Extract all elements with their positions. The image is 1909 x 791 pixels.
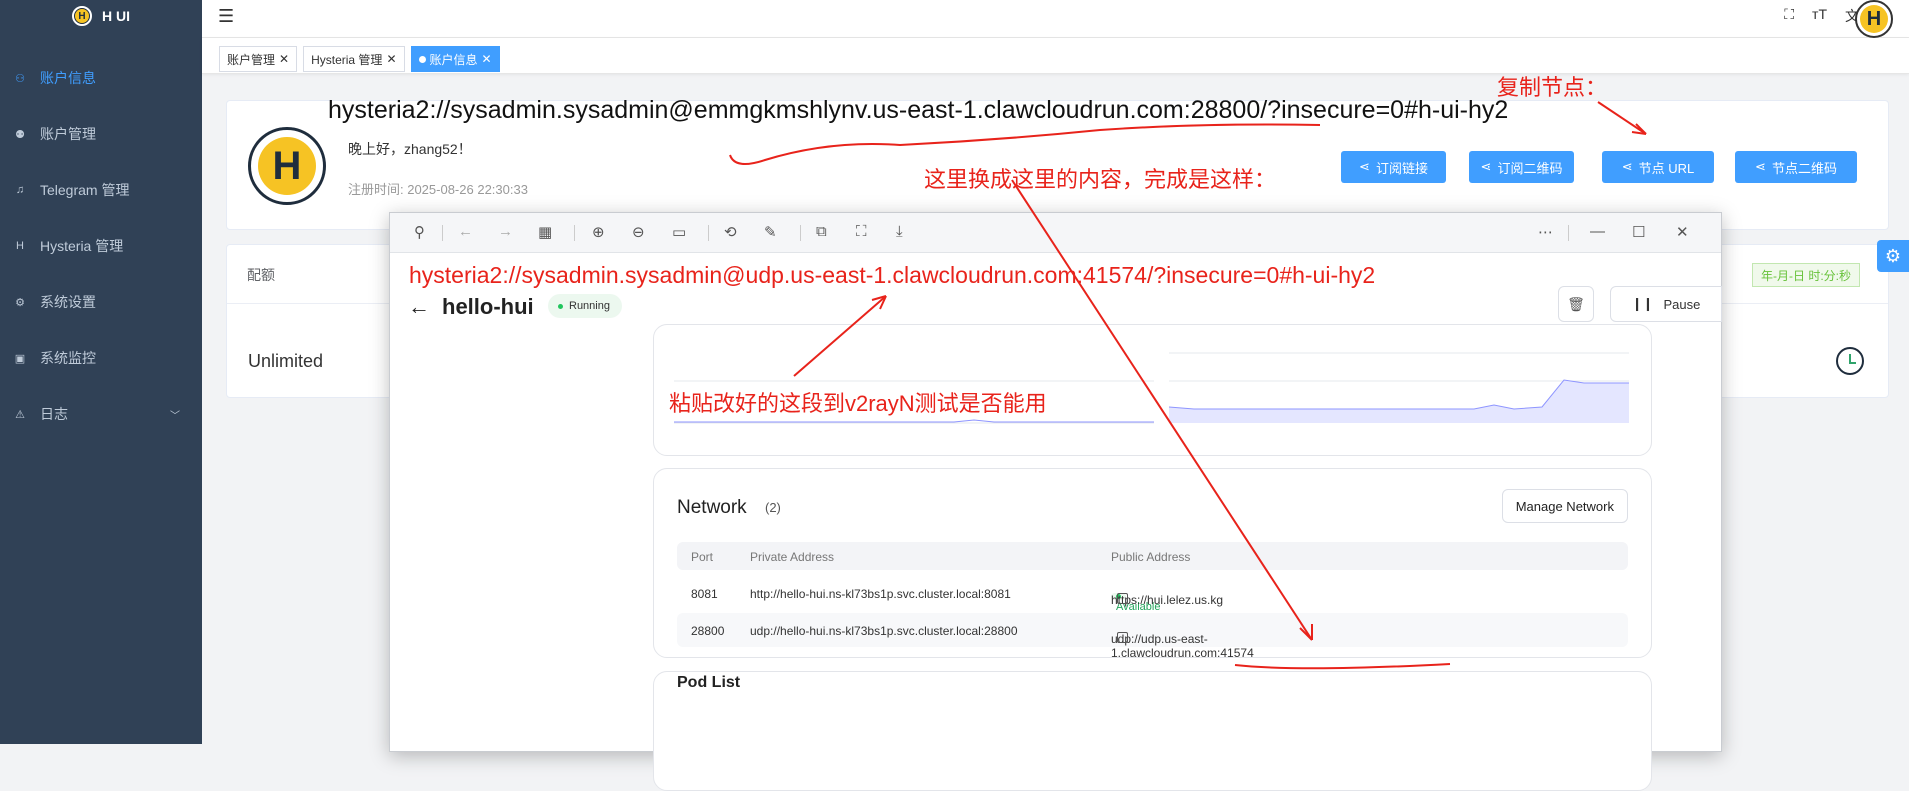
arrow-paste — [793, 295, 887, 377]
annotation-arrows — [729, 101, 1647, 670]
arrow-copy-node — [1597, 101, 1647, 135]
underline-public-address — [1234, 663, 1451, 670]
arrow-replace — [1011, 179, 1313, 641]
underline-host — [729, 123, 1321, 165]
